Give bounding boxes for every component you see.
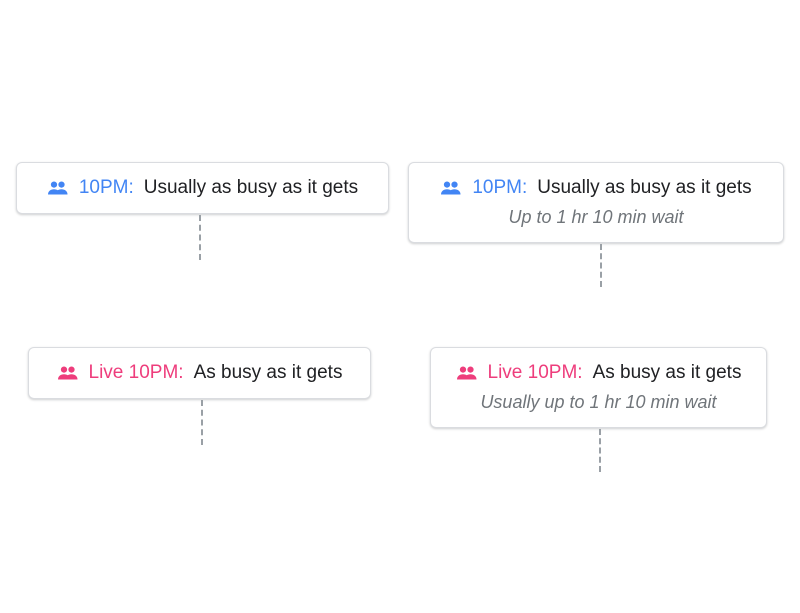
tooltip-card-live-wait: Live 10PM: As busy as it gets Usually up… (430, 347, 767, 428)
tooltip-header: Live 10PM: As busy as it gets (456, 361, 742, 385)
tooltip-stem (199, 215, 201, 260)
tooltip-card-historical-wait: 10PM: Usually as busy as it gets Up to 1… (408, 162, 784, 243)
busyness-status: As busy as it gets (592, 362, 742, 383)
busyness-status: Usually as busy as it gets (537, 177, 752, 198)
time-label: Live 10PM: (88, 362, 184, 383)
busyness-status: Usually as busy as it gets (143, 177, 359, 198)
tooltip-header: 10PM: Usually as busy as it gets (440, 176, 752, 200)
wait-time-text: Up to 1 hr 10 min wait (508, 207, 684, 227)
time-label: 10PM: (78, 177, 134, 198)
tooltip-stem (599, 429, 601, 472)
time-label: Live 10PM: (487, 362, 583, 383)
busyness-status: As busy as it gets (193, 362, 343, 383)
tooltip-stem (600, 244, 602, 287)
time-label: 10PM: (472, 177, 528, 198)
wait-time-text: Usually up to 1 hr 10 min wait (480, 392, 717, 412)
popular-times-tooltips: 10PM: Usually as busy as it gets 10PM: U… (0, 0, 800, 613)
people-icon (440, 181, 462, 195)
tooltip-card-historical: 10PM: Usually as busy as it gets (16, 162, 389, 214)
people-icon (57, 366, 79, 380)
tooltip-header: Live 10PM: As busy as it gets (57, 361, 343, 385)
tooltip-stem (201, 400, 203, 445)
people-icon (47, 181, 69, 195)
people-icon (456, 366, 478, 380)
tooltip-header: 10PM: Usually as busy as it gets (47, 176, 358, 200)
tooltip-card-live: Live 10PM: As busy as it gets (28, 347, 371, 399)
